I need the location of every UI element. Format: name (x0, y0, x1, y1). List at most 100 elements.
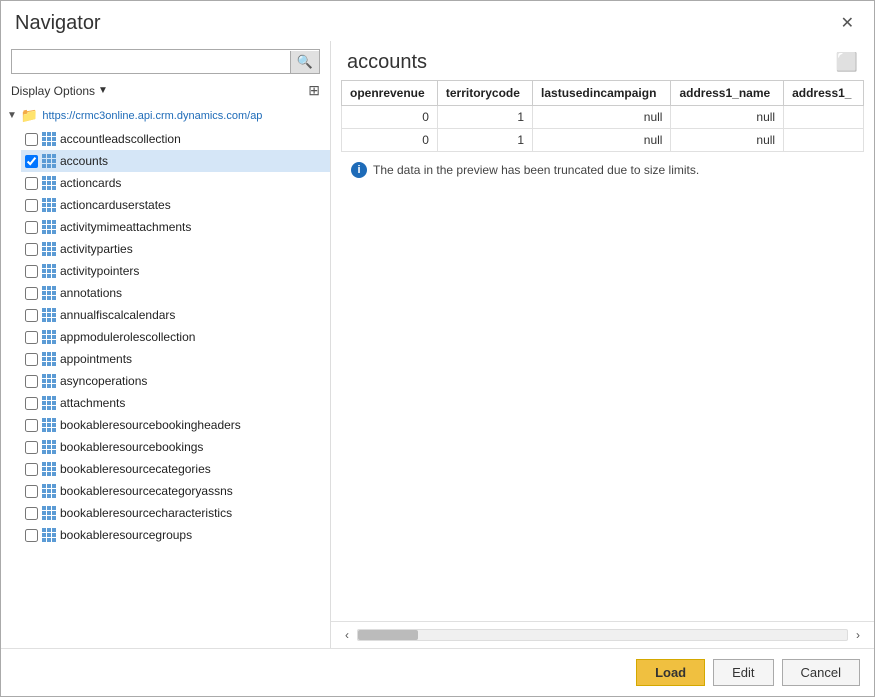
tree-item[interactable]: bookableresourcecategories (21, 458, 330, 480)
tree-item[interactable]: bookableresourcegroups (21, 524, 330, 546)
edit-button[interactable]: Edit (713, 659, 773, 686)
tree-item[interactable]: bookableresourcecharacteristics (21, 502, 330, 524)
display-options-arrow: ▼ (98, 85, 108, 96)
tree-item-label: bookableresourcegroups (60, 528, 192, 542)
cancel-button[interactable]: Cancel (782, 659, 860, 686)
tree-item[interactable]: accountleadscollection (21, 128, 330, 150)
table-icon (42, 286, 56, 300)
table-cell: null (671, 129, 784, 152)
dialog-body: 🔍 Display Options ▼ ⊞ ▼ 📁 https://crmc3o… (1, 41, 874, 648)
tree-item-label: asyncoperations (60, 374, 147, 388)
display-options-button[interactable]: Display Options ▼ (11, 84, 108, 98)
horizontal-scrollbar-track[interactable] (357, 629, 848, 641)
tree-item[interactable]: asyncoperations (21, 370, 330, 392)
tree-item[interactable]: activitymimeattachments (21, 216, 330, 238)
tree-item[interactable]: actioncarduserstates (21, 194, 330, 216)
table-cell: 0 (342, 106, 438, 129)
tree-item-checkbox[interactable] (25, 155, 38, 168)
table-icon (42, 506, 56, 520)
tree-item[interactable]: annotations (21, 282, 330, 304)
tree-item-label: bookableresourcebookingheaders (60, 418, 241, 432)
tree-item[interactable]: attachments (21, 392, 330, 414)
tree-item-label: accounts (60, 154, 108, 168)
truncate-notice: i The data in the preview has been trunc… (351, 162, 854, 178)
tree-item-checkbox[interactable] (25, 507, 38, 520)
search-button[interactable]: 🔍 (290, 51, 319, 73)
table-icon (42, 220, 56, 234)
tree-item-label: annotations (60, 286, 122, 300)
tree-item-label: appmodulerolescollection (60, 330, 195, 344)
scroll-left-arrow[interactable]: ‹ (341, 626, 353, 644)
tree-item-checkbox[interactable] (25, 199, 38, 212)
tree-root[interactable]: ▼ 📁 https://crmc3online.api.crm.dynamics… (1, 103, 330, 128)
tree-area: ▼ 📁 https://crmc3online.api.crm.dynamics… (1, 103, 330, 648)
tree-item-checkbox[interactable] (25, 331, 38, 344)
tree-items: accountleadscollection accounts actioncard… (1, 128, 330, 546)
folder-icon: 📁 (21, 107, 38, 124)
tree-item[interactable]: annualfiscalcalendars (21, 304, 330, 326)
table-icon (42, 462, 56, 476)
table-cell: null (533, 106, 671, 129)
horizontal-scrollbar-thumb[interactable] (358, 630, 418, 640)
table-cell (784, 106, 864, 129)
data-table-area: openrevenueterritorycodelastusedincampai… (341, 80, 864, 621)
table-header: territorycode (437, 81, 532, 106)
tree-item-checkbox[interactable] (25, 243, 38, 256)
refresh-icon[interactable]: ⊞ (308, 82, 320, 99)
load-button[interactable]: Load (636, 659, 705, 686)
close-button[interactable]: ✕ (835, 11, 860, 35)
table-icon (42, 352, 56, 366)
table-cell: null (671, 106, 784, 129)
tree-item[interactable]: bookableresourcecategoryassns (21, 480, 330, 502)
tree-item-label: appointments (60, 352, 132, 366)
table-icon (42, 198, 56, 212)
tree-item-checkbox[interactable] (25, 419, 38, 432)
tree-item-label: bookableresourcecategories (60, 462, 211, 476)
tree-item-label: activitypointers (60, 264, 139, 278)
tree-item[interactable]: actioncards (21, 172, 330, 194)
export-icon[interactable]: ⬜ (836, 52, 858, 73)
table-row: 01nullnull (342, 106, 864, 129)
table-icon (42, 242, 56, 256)
tree-item[interactable]: accounts (21, 150, 330, 172)
table-cell: 1 (437, 106, 532, 129)
tree-item[interactable]: appointments (21, 348, 330, 370)
tree-root-label: https://crmc3online.api.crm.dynamics.com… (42, 110, 262, 122)
scroll-right-arrow[interactable]: › (852, 626, 864, 644)
tree-item-checkbox[interactable] (25, 463, 38, 476)
tree-item-checkbox[interactable] (25, 485, 38, 498)
tree-item-checkbox[interactable] (25, 133, 38, 146)
tree-item-label: bookableresourcecharacteristics (60, 506, 232, 520)
table-icon (42, 176, 56, 190)
tree-item[interactable]: bookableresourcebookings (21, 436, 330, 458)
tree-item[interactable]: activitypointers (21, 260, 330, 282)
search-input[interactable] (12, 50, 290, 73)
tree-item-checkbox[interactable] (25, 177, 38, 190)
tree-item-checkbox[interactable] (25, 287, 38, 300)
display-options-label: Display Options (11, 84, 95, 98)
table-icon (42, 418, 56, 432)
tree-item[interactable]: bookableresourcebookingheaders (21, 414, 330, 436)
tree-item-label: actioncarduserstates (60, 198, 171, 212)
tree-item-checkbox[interactable] (25, 353, 38, 366)
dialog-footer: Load Edit Cancel (1, 648, 874, 696)
table-cell (784, 129, 864, 152)
tree-item[interactable]: appmodulerolescollection (21, 326, 330, 348)
dialog-titlebar: Navigator ✕ (1, 1, 874, 41)
collapse-icon: ▼ (7, 110, 17, 121)
tree-item-checkbox[interactable] (25, 221, 38, 234)
table-icon (42, 132, 56, 146)
display-options-bar: Display Options ▼ ⊞ (1, 78, 330, 103)
table-cell: 0 (342, 129, 438, 152)
tree-item-checkbox[interactable] (25, 529, 38, 542)
tree-item-checkbox[interactable] (25, 265, 38, 278)
tree-item-checkbox[interactable] (25, 441, 38, 454)
tree-item[interactable]: activityparties (21, 238, 330, 260)
tree-item-checkbox[interactable] (25, 309, 38, 322)
table-icon (42, 374, 56, 388)
right-panel: accounts ⬜ openrevenueterritorycodelastu… (331, 41, 874, 648)
tree-item-checkbox[interactable] (25, 397, 38, 410)
table-icon (42, 154, 56, 168)
tree-item-checkbox[interactable] (25, 375, 38, 388)
table-cell: null (533, 129, 671, 152)
